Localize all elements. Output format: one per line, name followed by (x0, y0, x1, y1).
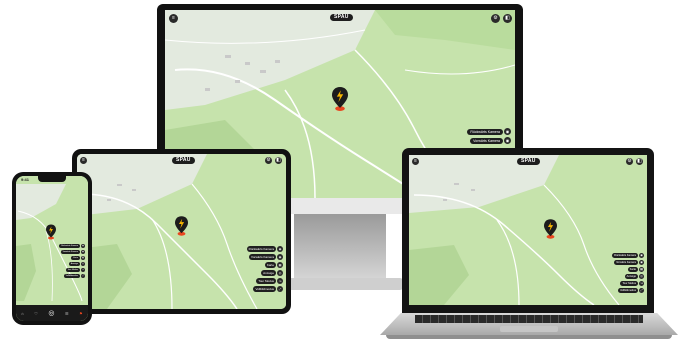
map-icon[interactable]: ▦ (277, 262, 283, 268)
control-row[interactable]: Tour Modus ↝ (65, 268, 85, 272)
laptop-map-view[interactable]: SPAU ≡ ⚙ ◧ Rückwärts Kamera ◉ Vorwärts Ka… (409, 155, 647, 305)
control-row[interactable]: Anzeige ◎ (624, 274, 644, 279)
control-row[interactable]: Rückwärts Kamera ◉ (612, 253, 644, 258)
camera-icon[interactable]: ◉ (504, 137, 511, 144)
control-row[interactable]: Vollbildmodus ⤢ (253, 286, 283, 292)
eye-icon[interactable]: ◎ (639, 274, 644, 279)
control-row[interactable]: Rückwärts Kamera ◉ (59, 244, 85, 248)
control-label: Tour Modus (256, 278, 276, 284)
control-row[interactable]: Vorwärts Kamera ◉ (248, 254, 283, 260)
laptop-front-edge (386, 335, 672, 339)
phone-device: 9:41 Rückwärts Kamera ◉ Vorwärts Kamera ◉ … (12, 172, 92, 325)
gear-icon[interactable]: ⚙ (626, 158, 633, 165)
tab-center[interactable]: ◎ (48, 309, 54, 317)
control-label: Karte (71, 256, 80, 260)
control-label: Vollbildmodus (63, 274, 80, 278)
control-label: Tour Modus (620, 281, 638, 286)
location-pin-icon[interactable] (544, 217, 557, 241)
location-pin-icon[interactable] (175, 214, 188, 238)
control-row[interactable]: Rückwärts Kamera ◉ (246, 246, 283, 252)
camera-icon[interactable]: ◉ (277, 246, 283, 252)
control-label: Rückwärts Kamera (59, 244, 80, 248)
monitor-stand (294, 214, 386, 280)
control-row[interactable]: Vorwärts Kamera ◉ (60, 250, 85, 254)
layers-icon[interactable]: ◧ (503, 14, 512, 23)
phone-notch (38, 176, 66, 182)
control-label: Rückwärts Kamera (612, 253, 638, 258)
map-controls: Rückwärts Kamera ◉ Vorwärts Kamera ◉ (467, 128, 511, 146)
control-row[interactable]: Karte ▦ (627, 267, 644, 272)
camera-icon[interactable]: ◉ (639, 253, 644, 258)
menu-icon[interactable]: ≡ (169, 14, 178, 23)
camera-icon[interactable]: ◉ (81, 250, 85, 254)
control-label: Anzeige (261, 270, 276, 276)
tablet-device: SPAU ≡ ⚙ ◧ Rückwärts Kamera ◉ Vorwärts Ka… (72, 149, 291, 314)
route-icon[interactable]: ↝ (639, 281, 644, 286)
tab-home[interactable]: ⌂ (21, 311, 23, 316)
control-label: Anzeige (624, 274, 638, 279)
control-label: Vorwärts Kamera (248, 254, 276, 260)
control-label: Vollbildmodus (253, 286, 276, 292)
control-label: Karte (264, 262, 276, 268)
control-row[interactable]: Anzeige ◎ (261, 270, 283, 276)
route-icon[interactable]: ↝ (81, 268, 85, 272)
camera-icon[interactable]: ◉ (639, 260, 644, 265)
route-icon[interactable]: ↝ (277, 278, 283, 284)
location-pin-icon[interactable] (332, 84, 348, 114)
map-controls: Rückwärts Kamera ◉ Vorwärts Kamera ◉ Karte… (59, 244, 85, 280)
control-row[interactable]: Vorwärts Kamera ◉ (614, 260, 644, 265)
app-logo[interactable]: SPAU (517, 158, 540, 165)
control-label: Vollbildmodus (617, 288, 638, 293)
fullscreen-icon[interactable]: ⤢ (639, 288, 644, 293)
control-row[interactable]: Karte ▦ (264, 262, 283, 268)
phone-tab-bar: ⌂ ♡ ◎ ☰ ⚑ (16, 305, 88, 321)
menu-icon[interactable]: ≡ (80, 157, 87, 164)
control-label: Karte (627, 267, 638, 272)
map-controls: Rückwärts Kamera ◉ Vorwärts Kamera ◉ Karte… (246, 246, 283, 294)
control-row[interactable]: Vollbildmodus ⤢ (63, 274, 85, 278)
control-row[interactable]: Tour Modus ↝ (256, 278, 283, 284)
control-label: Rückwärts Kamera (246, 246, 276, 252)
layers-icon[interactable]: ◧ (275, 157, 282, 164)
map-icon[interactable]: ▦ (81, 256, 85, 260)
control-row[interactable]: Karte ▦ (71, 256, 85, 260)
control-row[interactable]: Tour Modus ↝ (620, 281, 644, 286)
menu-icon[interactable]: ≡ (412, 158, 419, 165)
tablet-map-view[interactable]: SPAU ≡ ⚙ ◧ Rückwärts Kamera ◉ Vorwärts Ka… (77, 154, 286, 309)
layers-icon[interactable]: ◧ (636, 158, 643, 165)
app-logo[interactable]: SPAU (172, 157, 195, 164)
laptop-trackpad (500, 326, 558, 332)
camera-icon[interactable]: ◉ (277, 254, 283, 260)
control-row[interactable]: Vollbildmodus ⤢ (617, 288, 644, 293)
eye-icon[interactable]: ◎ (277, 270, 283, 276)
gear-icon[interactable]: ⚙ (491, 14, 500, 23)
fullscreen-icon[interactable]: ⤢ (277, 286, 283, 292)
camera-icon[interactable]: ◉ (504, 128, 511, 135)
map-icon[interactable]: ▦ (639, 267, 644, 272)
eye-icon[interactable]: ◎ (81, 262, 85, 266)
control-label: Vorwärts Kamera (60, 250, 80, 254)
control-row[interactable]: Rückwärts Kamera ◉ (467, 128, 511, 135)
phone-map-view[interactable]: 9:41 Rückwärts Kamera ◉ Vorwärts Kamera ◉ … (16, 176, 88, 321)
control-label: Rückwärts Kamera (467, 128, 503, 135)
control-row[interactable]: Anzeige ◎ (68, 262, 85, 266)
camera-icon[interactable]: ◉ (81, 244, 85, 248)
control-label: Tour Modus (65, 268, 80, 272)
tab-favorites[interactable]: ♡ (34, 311, 38, 316)
control-row[interactable]: Vorwärts Kamera ◉ (470, 137, 511, 144)
location-pin-icon[interactable] (46, 224, 56, 240)
gear-icon[interactable]: ⚙ (265, 157, 272, 164)
laptop-device: SPAU ≡ ⚙ ◧ Rückwärts Kamera ◉ Vorwärts Ka… (380, 148, 678, 340)
app-logo[interactable]: SPAU (330, 14, 353, 21)
map-controls: Rückwärts Kamera ◉ Vorwärts Kamera ◉ Karte… (612, 253, 644, 295)
control-label: Vorwärts Kamera (614, 260, 638, 265)
tab-list[interactable]: ☰ (65, 311, 69, 316)
control-label: Anzeige (68, 262, 80, 266)
tab-tours[interactable]: ⚑ (79, 311, 83, 316)
control-label: Vorwärts Kamera (470, 137, 503, 144)
status-time: 9:41 (21, 177, 30, 182)
laptop-keyboard (415, 315, 643, 323)
fullscreen-icon[interactable]: ⤢ (81, 274, 85, 278)
